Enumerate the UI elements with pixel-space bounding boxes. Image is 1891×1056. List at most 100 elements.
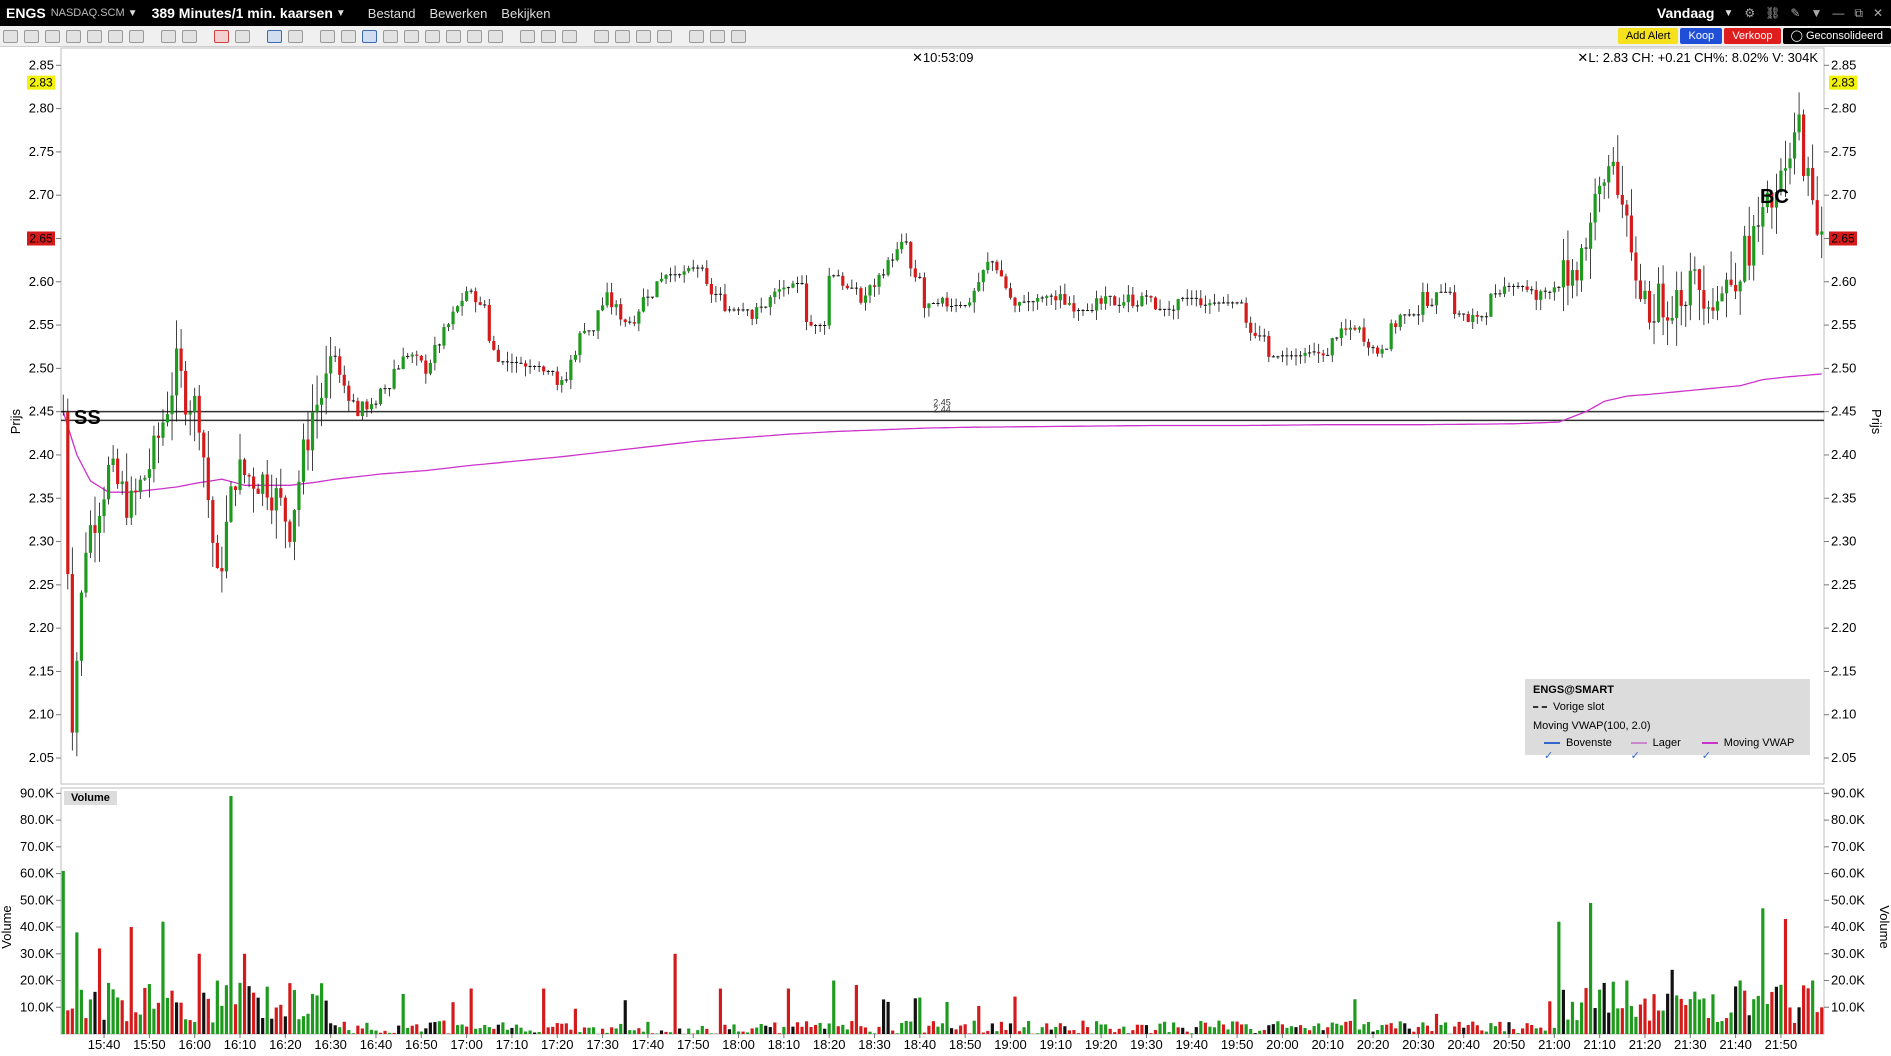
volume-bar	[1584, 988, 1588, 1034]
candle-body	[1375, 347, 1380, 354]
period-label[interactable]: 389 Minutes/1 min. kaarsen	[152, 5, 333, 21]
volume-bar	[1620, 1008, 1624, 1034]
volume-bar	[1715, 1021, 1720, 1034]
buy-button[interactable]: Koop	[1680, 28, 1723, 44]
bar-style-icon[interactable]	[235, 29, 250, 43]
candle-body	[555, 371, 559, 385]
volume-bar	[152, 1008, 156, 1034]
symbol-dropdown-icon[interactable]: ▼	[128, 8, 138, 19]
menu-bestand[interactable]: Bestand	[368, 6, 416, 21]
zoom-in-icon[interactable]	[520, 29, 535, 43]
pointer-tool-icon[interactable]	[24, 29, 39, 43]
legend-indicator[interactable]: Moving VWAP(100, 2.0)	[1533, 720, 1651, 732]
candle-body	[782, 287, 786, 290]
symbol-label[interactable]: ENGS	[6, 5, 46, 21]
scroll-left-icon[interactable]	[594, 29, 609, 43]
bucket-icon[interactable]	[383, 29, 398, 43]
scroll-center-icon[interactable]	[615, 29, 630, 43]
candle-body	[1067, 303, 1071, 305]
consolidated-toggle[interactable]: ◯ Geconsolideerd	[1782, 28, 1891, 44]
pattern-icon[interactable]	[446, 29, 461, 43]
record-icon[interactable]	[108, 29, 123, 43]
candle-body	[238, 459, 242, 491]
candle-body	[206, 457, 210, 501]
volume-bar	[1122, 1026, 1126, 1034]
volume-bar	[1693, 991, 1697, 1034]
undo-icon[interactable]	[404, 29, 419, 43]
text-tool-icon[interactable]	[362, 29, 377, 43]
candle-body	[215, 542, 219, 569]
camera-icon[interactable]	[87, 29, 102, 43]
volume-bar	[601, 1028, 605, 1034]
candle-body	[1434, 292, 1439, 306]
range-dropdown-icon[interactable]: ▼	[1724, 8, 1734, 19]
time-tick-label: 18:10	[768, 1037, 801, 1052]
volume-bar	[655, 1033, 659, 1034]
add-alert-button[interactable]: Add Alert	[1617, 28, 1679, 44]
volume-bar	[1267, 1025, 1271, 1034]
legend-prev-close[interactable]: Vorige slot	[1533, 701, 1604, 713]
legend-item-upper[interactable]: Bovenste ✓	[1544, 737, 1625, 762]
volume-bar	[378, 1032, 383, 1034]
crosshair-tool-icon[interactable]	[3, 29, 18, 43]
volume-bar	[1308, 1030, 1312, 1034]
volume-tick-label-right: 50.0K	[1831, 892, 1865, 907]
candle-body	[297, 481, 301, 511]
menu-bekijken[interactable]: Bekijken	[501, 6, 550, 21]
fib-icon[interactable]	[467, 29, 482, 43]
cross-icon[interactable]	[320, 29, 335, 43]
chevron-down-icon[interactable]: ▼	[1810, 6, 1822, 20]
volume-bar	[1475, 1025, 1479, 1034]
candle-body	[1643, 290, 1647, 300]
blank-icon[interactable]	[182, 29, 197, 43]
volume-bar	[1661, 1010, 1665, 1034]
volume-bar	[927, 1025, 931, 1034]
gear-icon[interactable]: ⚙	[1744, 6, 1755, 20]
link-icon[interactable]: ⛓	[1765, 6, 1780, 20]
menu-bewerken[interactable]: Bewerken	[429, 6, 487, 21]
candle-body	[1366, 341, 1371, 348]
print-icon[interactable]	[66, 29, 81, 43]
volume-bar	[1734, 986, 1738, 1034]
close-icon[interactable]: ✕	[1873, 6, 1883, 20]
legend-item-lower[interactable]: Lager ✓	[1630, 737, 1696, 762]
fan-icon[interactable]	[488, 29, 503, 43]
candle-body	[1589, 222, 1593, 249]
table-icon[interactable]	[45, 29, 60, 43]
shield-icon[interactable]	[689, 29, 704, 43]
grid-icon[interactable]	[161, 29, 176, 43]
zoom-out-icon[interactable]	[541, 29, 556, 43]
zoom-fit-icon[interactable]	[562, 29, 577, 43]
volume-bar	[1063, 1026, 1067, 1034]
maximize-icon[interactable]: ⧉	[1854, 6, 1863, 21]
volume-bar	[519, 1027, 523, 1034]
area-chart-icon[interactable]	[267, 29, 282, 43]
volume-tick-label-right: 30.0K	[1831, 946, 1865, 961]
scroll-end-icon[interactable]	[657, 29, 672, 43]
redo-icon[interactable]	[425, 29, 440, 43]
wrench-icon[interactable]	[731, 29, 746, 43]
layout-icon[interactable]	[129, 29, 144, 43]
volume-bar	[782, 1026, 786, 1034]
candle-body	[1534, 289, 1538, 300]
candle-body	[1045, 296, 1049, 299]
candle-body	[655, 281, 659, 298]
volume-bar	[229, 796, 233, 1034]
scroll-right-icon[interactable]	[636, 29, 651, 43]
period-dropdown-icon[interactable]: ▼	[336, 8, 346, 19]
range-selector[interactable]: Vandaag	[1657, 5, 1715, 21]
candle-body	[433, 344, 437, 363]
candle-body	[659, 278, 664, 282]
refresh-icon[interactable]	[288, 29, 303, 43]
trendline-icon[interactable]	[214, 29, 229, 43]
price-tick-label-right: 2.70	[1831, 187, 1856, 202]
pin-icon[interactable]: ✎	[1790, 6, 1800, 20]
legend-item-vwap[interactable]: Moving VWAP ✓	[1701, 737, 1804, 762]
sell-button[interactable]: Verkoop	[1724, 28, 1781, 44]
indicator-legend[interactable]: ENGS@SMART Vorige slot Moving VWAP(100, …	[1525, 679, 1810, 762]
volume-bar	[428, 1022, 432, 1034]
minimize-icon[interactable]: —	[1832, 6, 1844, 20]
cursor-icon[interactable]	[341, 29, 356, 43]
chart-canvas[interactable]: 2.45 2.44 2.05 2.05 2.10 2.10 2.15 2.15 2.20 2.2…	[0, 46, 1891, 1056]
sync-icon[interactable]	[710, 29, 725, 43]
